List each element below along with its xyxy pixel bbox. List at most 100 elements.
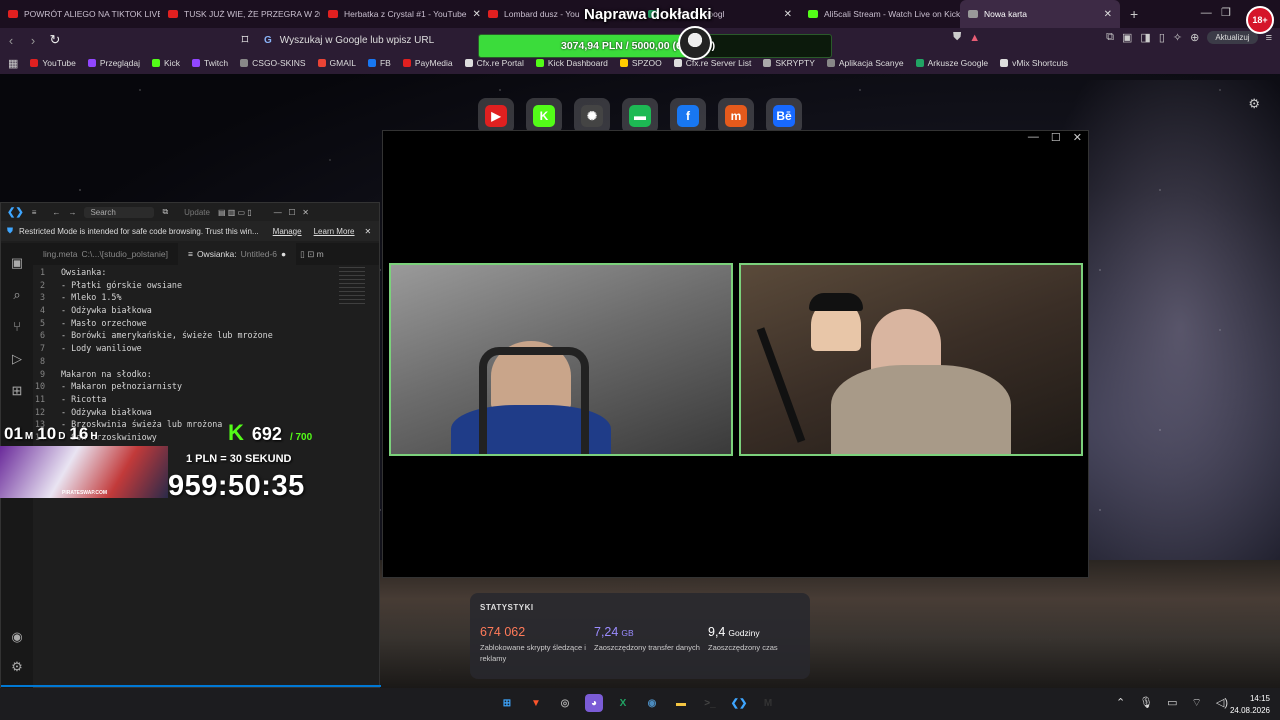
hamburger-icon[interactable]: ≡	[32, 208, 37, 217]
update-button[interactable]: Update	[184, 208, 210, 217]
call-window-controls[interactable]: — ☐ ✕	[1028, 131, 1082, 144]
video-tile-2[interactable]	[739, 263, 1083, 456]
bookmark-item[interactable]: SPZOO	[619, 58, 662, 68]
reload-icon[interactable]: ↻	[44, 32, 66, 48]
bookmark-item[interactable]: Cfx.re Server List	[673, 58, 751, 68]
browser-tab[interactable]: POWRÓT ALIEGO NA TIKTOK LIVE -✕	[0, 0, 160, 28]
unsaved-dot-icon[interactable]: ●	[281, 249, 286, 259]
new-tab-icon[interactable]: +	[1120, 6, 1148, 22]
volume-icon[interactable]: ◁)	[1216, 696, 1228, 710]
browser-tab[interactable]: Ali5cali Stream - Watch Live on Kick✕	[800, 0, 960, 28]
windows-start-icon[interactable]: ⊞	[498, 694, 516, 712]
forward-arrow-icon[interactable]: →	[68, 208, 76, 217]
learn-more-link[interactable]: Learn More	[314, 227, 355, 236]
bookmark-item[interactable]: Arkusze Google	[915, 58, 988, 68]
address-placeholder[interactable]: Wyszukaj w Google lub wpisz URL	[280, 35, 434, 46]
copilot-icon[interactable]: ⧉	[162, 207, 168, 217]
video-tile-1[interactable]	[389, 263, 733, 456]
chatgpt-tile[interactable]: ✺	[574, 98, 610, 134]
source-control-icon[interactable]: ⑂	[1, 319, 33, 339]
code-line[interactable]: 1 Owsianka:	[33, 267, 379, 280]
folder-icon[interactable]: ▬	[672, 694, 690, 712]
tab-ling-meta[interactable]: ling.meta C:\...\[studio_polstanie]	[33, 243, 178, 265]
code-line[interactable]: 5 - Masło orzechowe	[33, 318, 379, 331]
alert-icon[interactable]: ▲	[969, 32, 980, 44]
facebook-tile[interactable]: f	[670, 98, 706, 134]
close-tab-icon[interactable]: ✕	[473, 9, 480, 20]
tab-owsianka[interactable]: ≡ Owsianka: Untitled-6 ●	[177, 243, 297, 265]
vpn-icon[interactable]: ⊕	[1190, 31, 1199, 44]
close-tab-icon[interactable]: ✕	[1104, 9, 1112, 20]
code-line[interactable]: 8	[33, 356, 379, 369]
bookmark-item[interactable]: Cfx.re Portal	[464, 58, 524, 68]
forward-icon[interactable]: ›	[22, 33, 44, 48]
bookmark-item[interactable]: Aplikacja Scanye	[826, 58, 904, 68]
code-line[interactable]: 4 - Odżywka białkowa	[33, 305, 379, 318]
clock[interactable]: 14:15 24.08.2026	[1230, 693, 1270, 717]
extensions-icon[interactable]: ⊞	[1, 383, 33, 403]
settings-gear-icon[interactable]: ⚙	[1, 659, 33, 679]
chevron-up-icon[interactable]: ⌃	[1116, 696, 1125, 710]
extensions-icon[interactable]: ⧉	[1106, 31, 1114, 44]
shield-icon[interactable]: ⛊	[953, 31, 961, 44]
code-line[interactable]: 3 - Mleko 1.5%	[33, 292, 379, 305]
bookmark-item[interactable]: PayMedia	[402, 58, 453, 68]
code-line[interactable]: 10 - Makaron pełnoziarnisty	[33, 381, 379, 394]
green-tile[interactable]: ▬	[622, 98, 658, 134]
minimize-icon[interactable]: —	[1028, 131, 1039, 144]
bookmark-icon[interactable]: ⌑	[234, 32, 256, 48]
bookmark-item[interactable]: CSGO-SKINS	[240, 58, 306, 68]
bookmark-item[interactable]: Twitch	[192, 58, 228, 68]
layout-icon[interactable]: ▤ ▥ ▭ ▯	[218, 208, 252, 217]
bookmark-item[interactable]: YouTube	[30, 58, 76, 68]
code-line[interactable]: 7 - Lody waniliowe	[33, 343, 379, 356]
menu-icon[interactable]: ≡	[1266, 32, 1272, 44]
bookmark-item[interactable]: SKRYPTY	[763, 58, 815, 68]
update-button[interactable]: Aktualizuj	[1207, 31, 1258, 44]
m-tile[interactable]: m	[718, 98, 754, 134]
vscode-window-controls[interactable]: — ☐ ✕	[274, 208, 309, 217]
excel-icon[interactable]: X	[614, 694, 632, 712]
code-line[interactable]: 6 - Borówki amerykańskie, świeże lub mroż…	[33, 330, 379, 343]
back-arrow-icon[interactable]: ←	[52, 208, 60, 217]
code-line[interactable]: 9 Makaron na słodko:	[33, 369, 379, 382]
gear-icon[interactable]: ⚙	[1248, 96, 1260, 112]
behance-tile[interactable]: Bē	[766, 98, 802, 134]
maximize-icon[interactable]: ☐	[1051, 131, 1061, 144]
vscode-search[interactable]: Search	[84, 206, 155, 218]
microphone-icon[interactable]: 🎙︎	[1139, 696, 1153, 710]
search-icon[interactable]: ⌕	[1, 287, 33, 307]
bookmark-item[interactable]: Kick Dashboard	[535, 58, 608, 68]
run-debug-icon[interactable]: ▷	[1, 351, 33, 371]
brave-icon[interactable]: ▼	[527, 694, 545, 712]
account-icon[interactable]: ◉	[1, 629, 33, 649]
wifi-icon[interactable]: ⌔	[1192, 696, 1202, 710]
bookmark-item[interactable]: vMix Shortcuts	[1000, 58, 1068, 68]
sidebar-icon[interactable]: ▯	[1159, 31, 1165, 44]
apps-grid-icon[interactable]: ▦	[8, 57, 18, 70]
wallet-icon[interactable]: ◨	[1140, 31, 1150, 44]
kick-tile[interactable]: K	[526, 98, 562, 134]
favorites-icon[interactable]: ✧	[1173, 31, 1182, 44]
opera-gx-icon[interactable]: ◎	[556, 694, 574, 712]
manage-link[interactable]: Manage	[273, 227, 302, 236]
close-tab-icon[interactable]: ✕	[784, 9, 792, 20]
code-line[interactable]: 11 - Ricotta	[33, 394, 379, 407]
explorer-icon[interactable]: ▣	[1, 255, 33, 275]
m-app-icon[interactable]: M	[759, 694, 777, 712]
youtube-tile[interactable]: ▶	[478, 98, 514, 134]
steam-icon[interactable]: ◉	[643, 694, 661, 712]
code-line[interactable]: 2 - Płatki górskie owsiane	[33, 280, 379, 293]
minimap[interactable]	[339, 267, 365, 307]
bookmark-item[interactable]: Kick	[151, 58, 180, 68]
close-banner-icon[interactable]: ✕	[365, 227, 372, 236]
back-icon[interactable]: ‹	[0, 33, 22, 48]
bookmark-item[interactable]: Przeglądaj	[87, 58, 140, 68]
browser-tab[interactable]: Herbatka z Crystal #1 - YouTube ✕	[320, 0, 480, 28]
browser-tab[interactable]: Nowa karta ✕	[960, 0, 1120, 28]
discord-icon[interactable]: ◕	[585, 694, 603, 712]
split-editor-icon[interactable]: ▯ ⊡ m	[300, 249, 324, 260]
vscode-icon[interactable]: ❮❯	[730, 694, 748, 712]
bookmark-item[interactable]: GMAIL	[317, 58, 356, 68]
browser-tab[interactable]: TUSK JUŻ WIE, ŻE PRZEGRA W 2027✕	[160, 0, 320, 28]
